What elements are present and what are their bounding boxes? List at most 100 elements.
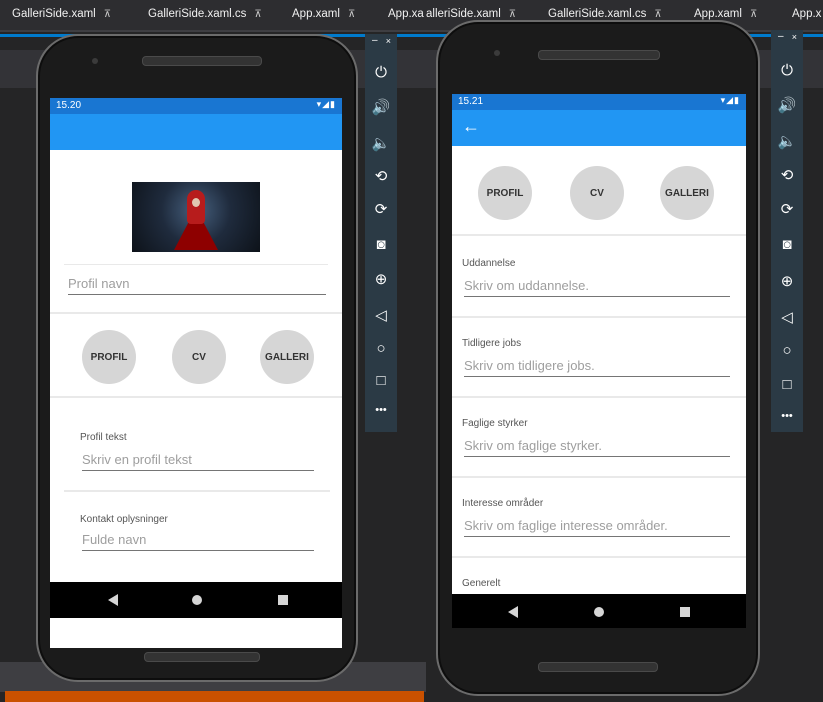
overview-icon[interactable]: □: [771, 376, 803, 393]
profile-text-label: Profil tekst: [80, 432, 127, 443]
section-label: Faglige styrker: [462, 418, 528, 429]
status-bar: 15.21 ▾◢▮: [452, 94, 746, 110]
nav-overview-icon[interactable]: [278, 595, 288, 605]
tidligere-jobs-input[interactable]: Skriv om tidligere jobs.: [464, 358, 730, 377]
phone-screen: 15.20 ▾◢▮ Profil navn PROFIL CV GALLERI …: [50, 98, 342, 648]
tab-app-x[interactable]: App.x: [792, 8, 821, 20]
android-nav-bar: [452, 594, 746, 628]
app-bar: [50, 114, 342, 150]
back-arrow-icon[interactable]: ←: [462, 116, 480, 137]
rotate-right-icon[interactable]: ⟳: [771, 200, 803, 218]
back-icon[interactable]: ◁: [771, 308, 803, 326]
volume-down-icon[interactable]: 🔈: [365, 134, 397, 152]
camera-icon: [494, 50, 500, 56]
close-icon[interactable]: ×: [792, 32, 797, 42]
tab-app-xaml[interactable]: App.xaml ⊼: [694, 8, 757, 20]
nav-home-icon[interactable]: [594, 607, 604, 617]
phone-screen: 15.21 ▾◢▮ ← PROFIL CV GALLERI Uddannelse…: [452, 94, 746, 628]
pin-icon[interactable]: ⊼: [348, 9, 355, 20]
galleri-button[interactable]: GALLERI: [660, 166, 714, 220]
zoom-icon[interactable]: ⊕: [771, 272, 803, 290]
overview-icon[interactable]: □: [365, 372, 397, 389]
tab-app-xaml[interactable]: App.xaml ⊼: [292, 8, 355, 20]
rotate-left-icon[interactable]: ⟲: [771, 166, 803, 184]
nav-overview-icon[interactable]: [680, 607, 690, 617]
speaker-grill: [144, 652, 260, 662]
nav-back-icon[interactable]: [508, 606, 518, 618]
section-label: Interesse områder: [462, 498, 544, 509]
volume-up-icon[interactable]: 🔊: [365, 98, 397, 116]
profile-image[interactable]: [132, 182, 260, 252]
cv-button[interactable]: CV: [172, 330, 226, 384]
speaker-grill: [538, 662, 658, 672]
pin-icon[interactable]: ⊼: [104, 9, 111, 20]
nav-home-icon[interactable]: [192, 595, 202, 605]
status-icons: ▾◢▮: [720, 95, 740, 105]
profil-button[interactable]: PROFIL: [478, 166, 532, 220]
camera-icon: [92, 58, 98, 64]
divider: [452, 234, 746, 236]
divider: [64, 264, 328, 265]
minimize-icon[interactable]: –: [372, 35, 378, 46]
zoom-icon[interactable]: ⊕: [365, 270, 397, 288]
divider: [452, 316, 746, 318]
tab-gallerside-xaml-cs[interactable]: GalleriSide.xaml.cs ⊼: [548, 8, 662, 20]
galleri-button[interactable]: GALLERI: [260, 330, 314, 384]
status-bar: 15.20 ▾◢▮: [50, 98, 342, 114]
cv-button[interactable]: CV: [570, 166, 624, 220]
contact-label: Kontakt oplysninger: [80, 514, 168, 525]
pin-icon[interactable]: ⊼: [254, 9, 261, 20]
more-icon[interactable]: •••: [771, 410, 803, 422]
pin-icon[interactable]: ⊼: [750, 9, 757, 20]
tab-app-xa[interactable]: App.xa: [388, 8, 424, 20]
power-icon[interactable]: ⏻: [771, 62, 803, 79]
nav-back-icon[interactable]: [108, 594, 118, 606]
rotate-left-icon[interactable]: ⟲: [365, 167, 397, 185]
section-label: Generelt: [462, 578, 501, 589]
section-label: Uddannelse: [462, 258, 516, 269]
back-icon[interactable]: ◁: [365, 306, 397, 324]
tab-gallerside-xaml-cs[interactable]: GalleriSide.xaml.cs ⊼: [148, 8, 262, 20]
rotate-right-icon[interactable]: ⟳: [365, 200, 397, 218]
uddannelse-input[interactable]: Skriv om uddannelse.: [464, 278, 730, 297]
app-bar: ←: [452, 110, 746, 146]
profile-text-input[interactable]: Skriv en profil tekst: [82, 452, 314, 471]
profil-button[interactable]: PROFIL: [82, 330, 136, 384]
phone-frame-right: 15.21 ▾◢▮ ← PROFIL CV GALLERI Uddannelse…: [436, 20, 760, 696]
divider: [452, 556, 746, 558]
divider: [452, 396, 746, 398]
speaker-grill: [538, 50, 660, 60]
more-icon[interactable]: •••: [365, 404, 397, 416]
status-time: 15.20: [56, 100, 82, 111]
pin-icon[interactable]: ⊼: [654, 9, 661, 20]
volume-down-icon[interactable]: 🔈: [771, 132, 803, 150]
phone-frame-left: 15.20 ▾◢▮ Profil navn PROFIL CV GALLERI …: [36, 34, 358, 682]
home-icon[interactable]: ○: [771, 342, 803, 359]
left-tab-bar: GalleriSide.xaml ⊼ GalleriSide.xaml.cs ⊼ A…: [0, 0, 426, 32]
divider: [50, 396, 342, 398]
pin-icon[interactable]: ⊼: [509, 9, 516, 20]
full-name-input[interactable]: Fulde navn: [82, 532, 314, 551]
emulator-toolbar-right: – × ⏻ 🔊 🔈 ⟲ ⟳ ◙ ⊕ ◁ ○ □ •••: [771, 30, 803, 432]
interesse-omraader-input[interactable]: Skriv om faglige interesse områder.: [464, 518, 730, 537]
status-icons: ▾◢▮: [316, 99, 336, 109]
faglige-styrker-input[interactable]: Skriv om faglige styrker.: [464, 438, 730, 457]
section-label: Tidligere jobs: [462, 338, 522, 349]
ide-status-bar: [5, 691, 424, 702]
minimize-icon[interactable]: –: [778, 31, 784, 42]
emulator-toolbar-left: – × ⏻ 🔊 🔈 ⟲ ⟳ ◙ ⊕ ◁ ○ □ •••: [365, 34, 397, 432]
camera-icon[interactable]: ◙: [365, 236, 397, 253]
profile-name-input[interactable]: Profil navn: [68, 276, 326, 295]
divider: [452, 476, 746, 478]
tab-gallerside-xaml[interactable]: alleriSide.xaml ⊼: [426, 8, 516, 20]
tab-gallerside-xaml[interactable]: GalleriSide.xaml ⊼: [12, 8, 111, 20]
divider: [64, 490, 330, 492]
close-icon[interactable]: ×: [386, 36, 391, 46]
camera-icon[interactable]: ◙: [771, 236, 803, 253]
volume-up-icon[interactable]: 🔊: [771, 96, 803, 114]
home-icon[interactable]: ○: [365, 340, 397, 357]
android-nav-bar: [50, 582, 342, 618]
speaker-grill: [142, 56, 262, 66]
divider: [50, 312, 342, 314]
power-icon[interactable]: ⏻: [365, 64, 397, 81]
